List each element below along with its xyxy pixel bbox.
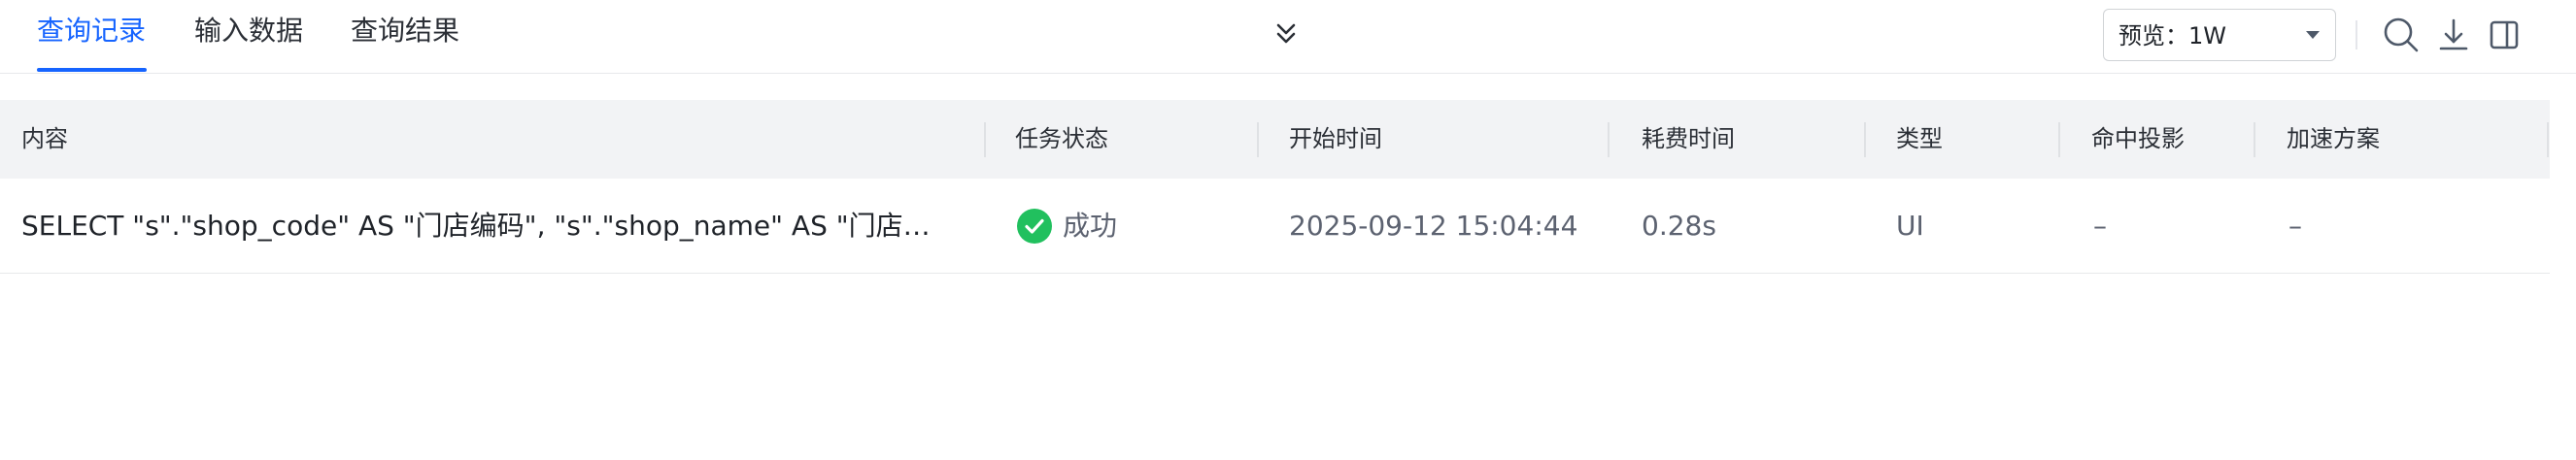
column-resize-handle[interactable] [1864, 122, 1866, 157]
cell-task-status: 成功 [1063, 210, 1118, 242]
tab-query-history[interactable]: 查询记录 [37, 14, 146, 49]
header-acceleration: 加速方案 [2287, 125, 2380, 152]
tab-input-data[interactable]: 输入数据 [194, 14, 303, 49]
cell-start-time: 2025-09-12 15:04:44 [1289, 210, 1578, 242]
header-projection-hit: 命中投影 [2091, 125, 2185, 152]
toolbar-divider [2356, 20, 2357, 49]
download-icon[interactable] [2434, 16, 2473, 54]
panel-toggle-icon[interactable] [2485, 16, 2524, 54]
header-start-time: 开始时间 [1289, 125, 1382, 152]
tab-query-results[interactable]: 查询结果 [351, 14, 459, 49]
header-duration: 耗费时间 [1642, 125, 1735, 152]
column-resize-handle[interactable] [984, 122, 986, 157]
cell-content: SELECT "s"."shop_code" AS "门店编码", "s"."s… [21, 210, 944, 242]
query-history-table: 内容 任务状态 开始时间 耗费时间 类型 命中投影 加速方案 SELECT "s… [0, 100, 2550, 274]
check-circle-icon [1017, 209, 1052, 244]
preview-limit-select[interactable]: 预览：1W [2103, 9, 2336, 61]
header-task-status: 任务状态 [1015, 125, 1108, 152]
top-tab-bar: 查询记录 输入数据 查询结果 预览：1W [0, 0, 2576, 74]
cell-acceleration: – [2288, 210, 2302, 242]
search-icon[interactable] [2382, 16, 2421, 54]
caret-down-icon [2306, 31, 2320, 39]
table-header: 内容 任务状态 开始时间 耗费时间 类型 命中投影 加速方案 [0, 100, 2550, 179]
active-tab-indicator [37, 68, 147, 72]
double-chevron-down-icon[interactable] [1269, 19, 1304, 50]
column-resize-handle[interactable] [2254, 122, 2255, 157]
cell-duration: 0.28s [1642, 210, 1716, 242]
header-type: 类型 [1896, 125, 1943, 152]
column-resize-handle[interactable] [2058, 122, 2060, 157]
column-resize-handle[interactable] [1257, 122, 1259, 157]
table-row[interactable]: SELECT "s"."shop_code" AS "门店编码", "s"."s… [0, 179, 2550, 274]
cell-type: UI [1896, 210, 1924, 242]
cell-projection-hit: – [2093, 210, 2107, 242]
column-resize-handle[interactable] [2547, 122, 2549, 157]
preview-limit-value: 预览：1W [2118, 22, 2226, 49]
header-content: 内容 [21, 125, 68, 152]
column-resize-handle[interactable] [1608, 122, 1610, 157]
